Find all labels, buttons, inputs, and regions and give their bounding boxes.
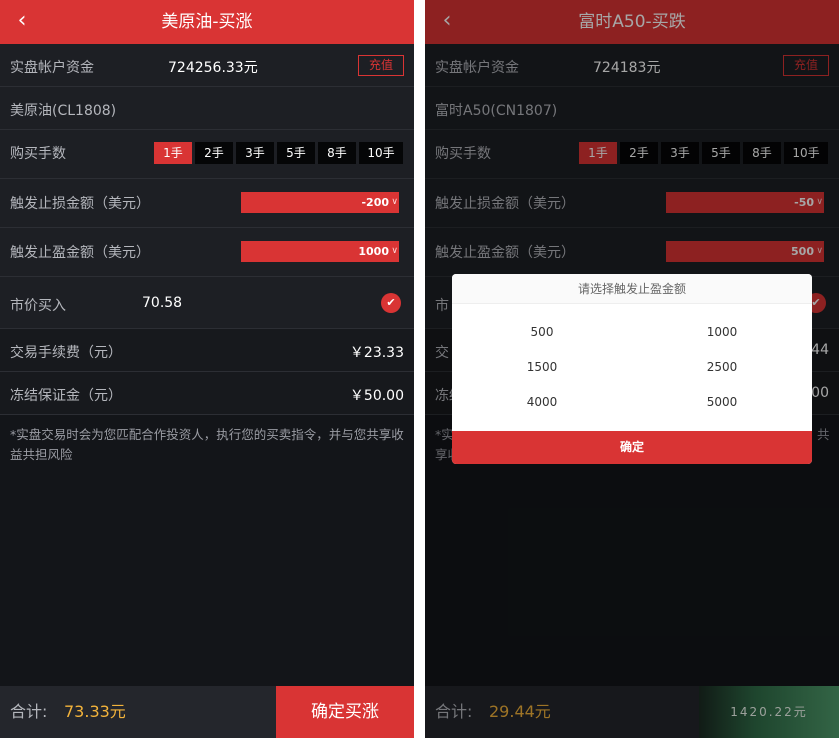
market-buy-label: 市价买入: [10, 298, 66, 314]
margin-row: 冻结保证金（元） ￥50.00: [0, 372, 414, 415]
lot-option-1[interactable]: 1手: [154, 142, 192, 164]
footer-bar: 合计: 73.33元 确定买涨: [0, 686, 414, 738]
recharge-button[interactable]: 充值: [358, 55, 404, 76]
take-profit-value: 1000: [358, 245, 389, 258]
dialog-confirm-button[interactable]: 确定: [452, 431, 812, 464]
margin-label: 冻结保证金（元）: [10, 388, 122, 404]
chevron-down-icon: ∨: [391, 246, 398, 256]
order-panel-left: ‹ 美原油-买涨 实盘帐户资金 724256.33元 充值 美原油(CL1808…: [0, 0, 414, 738]
fee-label: 交易手续费（元）: [10, 345, 122, 361]
dialog-option-1500[interactable]: 1500: [452, 357, 632, 377]
market-buy-price: 70.58: [142, 295, 183, 311]
lot-option-8[interactable]: 8手: [318, 142, 356, 164]
account-label: 实盘帐户资金: [10, 60, 94, 76]
header: ‹ 美原油-买涨: [0, 0, 414, 44]
take-profit-label: 触发止盈金额（美元）: [10, 245, 150, 261]
stop-loss-value: -200: [361, 196, 389, 209]
contract-row: 美原油(CL1808): [0, 87, 414, 130]
take-profit-select[interactable]: 1000 ∨: [241, 241, 399, 262]
dialog-option-500[interactable]: 500: [452, 322, 632, 342]
market-buy-row[interactable]: 市价买入 70.58 ✔: [0, 277, 414, 329]
stop-loss-label: 触发止损金额（美元）: [10, 196, 150, 212]
dialog-option-5000[interactable]: 5000: [632, 392, 812, 412]
lots-row: 购买手数 1手 2手 3手 5手 8手 10手: [0, 130, 414, 179]
lot-option-3[interactable]: 3手: [236, 142, 274, 164]
take-profit-dialog: 请选择触发止盈金额 500 1000 1500 2500 4000 5000 确…: [452, 274, 812, 464]
stop-loss-select[interactable]: -200 ∨: [241, 192, 399, 213]
dialog-option-4000[interactable]: 4000: [452, 392, 632, 412]
lot-option-10[interactable]: 10手: [359, 142, 403, 164]
order-panel-right: ‹ 富时A50-买跌 实盘帐户资金 724183元 充值 富时A50(CN180…: [425, 0, 839, 738]
fee-row: 交易手续费（元） ￥23.33: [0, 329, 414, 372]
margin-value: ￥50.00: [349, 388, 404, 404]
account-value: 724256.33元: [168, 60, 258, 76]
risk-note: *实盘交易时会为您匹配合作投资人，执行您的买卖指令，并与您共享收益共担风险: [10, 427, 404, 462]
contract-label: 美原油(CL1808): [10, 103, 117, 119]
dialog-option-2500[interactable]: 2500: [632, 357, 812, 377]
lot-option-2[interactable]: 2手: [195, 142, 233, 164]
page-title: 美原油-买涨: [161, 12, 253, 32]
fee-value: ￥23.33: [349, 345, 404, 361]
check-icon[interactable]: ✔: [381, 293, 401, 313]
take-profit-row: 触发止盈金额（美元） 1000 ∨: [0, 228, 414, 277]
total-label: 合计:: [10, 702, 48, 721]
lot-option-5[interactable]: 5手: [277, 142, 315, 164]
dialog-title: 请选择触发止盈金额: [452, 274, 812, 304]
stop-loss-row: 触发止损金额（美元） -200 ∨: [0, 179, 414, 228]
chevron-down-icon: ∨: [391, 197, 398, 207]
confirm-buy-button[interactable]: 确定买涨: [276, 686, 414, 738]
lots-label: 购买手数: [10, 146, 66, 162]
dialog-option-1000[interactable]: 1000: [632, 322, 812, 342]
total-value: 73.33元: [64, 702, 126, 721]
account-row: 实盘帐户资金 724256.33元 充值: [0, 44, 414, 87]
